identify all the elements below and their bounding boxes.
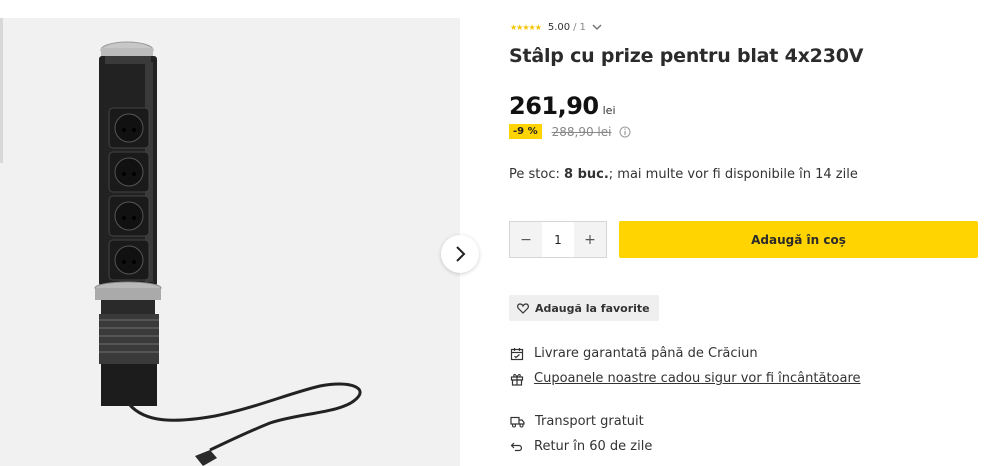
stock-status: Pe stoc: 8 buc.; mai multe vor fi dispon…: [509, 167, 858, 182]
add-to-cart-button[interactable]: Adaugă în coș: [619, 221, 978, 258]
quantity-stepper: − +: [509, 221, 607, 258]
feature-free-transport: Transport gratuit: [510, 414, 644, 429]
product-gallery: [0, 0, 479, 466]
calendar-icon: [510, 347, 524, 360]
quantity-decrease-button[interactable]: −: [510, 222, 542, 257]
feature-return: Retur în 60 de zile: [510, 439, 652, 454]
discount-badge: -9 %: [509, 124, 542, 139]
thumbnail-strip-edge: [0, 18, 3, 163]
feature-delivery: Livrare garantată până de Crăciun: [510, 346, 758, 361]
quantity-increase-button[interactable]: +: [574, 222, 606, 257]
price-amount: 261,90: [509, 92, 599, 120]
heart-icon: [517, 302, 529, 314]
rating-separator: /: [573, 22, 577, 33]
quantity-input[interactable]: [542, 222, 574, 257]
price-currency: lei: [602, 104, 616, 117]
rating-count: 1: [579, 22, 586, 33]
stock-label: Pe stoc:: [509, 167, 560, 182]
add-to-favorites-button[interactable]: Adaugă la favorite: [509, 295, 659, 321]
return-icon: [510, 442, 523, 451]
feature-return-text: Retur în 60 de zile: [534, 439, 653, 454]
product-rating[interactable]: ★★★★★ 5.00 / 1: [510, 22, 602, 33]
favorite-label: Adaugă la favorite: [535, 301, 650, 315]
truck-icon: [510, 416, 525, 428]
old-price: 288,90 lei: [551, 124, 612, 139]
feature-delivery-text: Livrare garantată până de Crăciun: [534, 346, 758, 361]
rating-stars: ★★★★★: [510, 23, 542, 32]
stock-quantity: 8 buc.: [564, 167, 609, 182]
stock-rest: ; mai multe vor fi disponibile în 14 zil…: [608, 167, 858, 182]
product-price: 261,90 lei: [509, 92, 616, 120]
chevron-down-icon: [592, 24, 602, 31]
chevron-right-icon: [456, 246, 466, 262]
product-image: [94, 41, 362, 466]
feature-transport-text: Transport gratuit: [535, 414, 644, 429]
gallery-next-button[interactable]: [441, 235, 479, 273]
feature-coupons-link[interactable]: Cupoanele noastre cadou sigur vor fi înc…: [534, 371, 861, 386]
rating-score: 5.00: [547, 22, 571, 33]
gift-icon: [510, 373, 524, 386]
product-title: Stâlp cu prize pentru blat 4x230V: [509, 45, 864, 67]
discount-row: -9 % 288,90 lei: [509, 124, 631, 139]
feature-coupons[interactable]: Cupoanele noastre cadou sigur vor fi înc…: [510, 371, 861, 386]
info-icon[interactable]: [619, 126, 631, 138]
